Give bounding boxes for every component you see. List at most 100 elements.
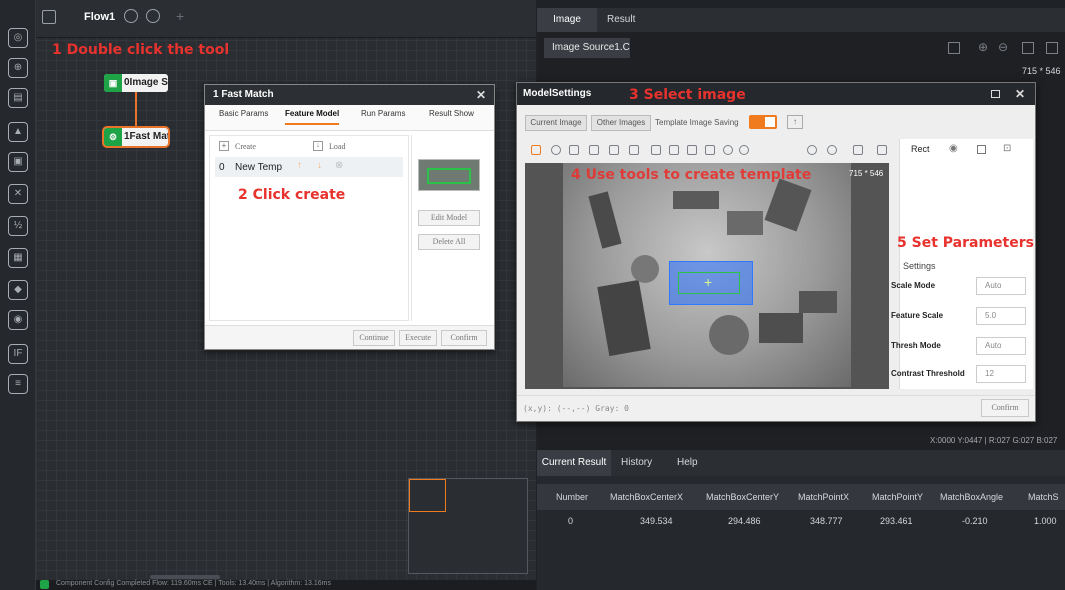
image-size-label: 715 * 546 <box>849 169 884 178</box>
edit-tool-icon[interactable] <box>651 145 661 155</box>
confirm-button[interactable]: Confirm <box>981 399 1029 417</box>
dialog-title-text: 1 Fast Match <box>213 89 274 100</box>
measure-icon[interactable]: ▤ <box>8 88 28 108</box>
calibrate-icon[interactable]: ✕ <box>8 184 28 204</box>
tab-help[interactable]: Help <box>677 457 698 468</box>
template-saving-toggle[interactable] <box>749 115 777 129</box>
logic-if-icon[interactable]: IF <box>8 344 28 364</box>
image-canvas[interactable]: + 715 * 546 <box>525 163 889 389</box>
param-label: Thresh Mode <box>891 341 941 350</box>
continue-button[interactable]: Continue <box>353 330 395 346</box>
table-cell: 349.534 <box>640 516 673 526</box>
template-outline <box>427 168 471 184</box>
recognize-icon[interactable]: ▣ <box>8 152 28 172</box>
toggle-knob <box>765 117 775 127</box>
tab-result-show[interactable]: Result Show <box>429 109 474 118</box>
plus-icon[interactable]: + <box>219 141 229 151</box>
run-once-icon[interactable] <box>124 9 138 23</box>
fullscreen-icon[interactable] <box>877 145 887 155</box>
trash-tool-icon[interactable] <box>705 145 715 155</box>
part-shape <box>597 279 651 357</box>
eye-icon[interactable]: ◉ <box>949 143 958 154</box>
run-loop-icon[interactable] <box>146 9 160 23</box>
create-button[interactable]: Create <box>235 142 256 151</box>
tool-rail: ◎ ⊕ ▤ ▲ ▣ ✕ ½ ▦ ◆ ◉ IF ≡ <box>0 0 36 590</box>
flow-tab-bar: Flow1 + <box>36 0 536 38</box>
maximize-icon[interactable] <box>991 90 1000 98</box>
image-tools-icon[interactable]: ▦ <box>8 248 28 268</box>
fullscreen-icon[interactable] <box>1046 42 1058 54</box>
add-shape-icon[interactable] <box>977 145 986 154</box>
zoom-in-icon[interactable]: ⊕ <box>978 40 988 54</box>
execute-button[interactable]: Execute <box>399 330 437 346</box>
tab-result[interactable]: Result <box>607 8 635 32</box>
column-header: MatchPointX <box>798 492 850 502</box>
tab-current-result[interactable]: Current Result <box>537 450 611 476</box>
deep-learning-icon[interactable]: ◉ <box>8 310 28 330</box>
tab-feature-model[interactable]: Feature Model <box>285 109 340 125</box>
model-settings-dialog: ModelSettings ✕ 3 Select image Current I… <box>516 82 1036 422</box>
add-flow-icon[interactable]: + <box>176 8 184 24</box>
trash-icon[interactable]: ⊡ <box>1003 143 1011 154</box>
fit-icon[interactable] <box>948 42 960 54</box>
confirm-button[interactable]: Confirm <box>441 330 487 346</box>
color-icon[interactable]: ◆ <box>8 280 28 300</box>
delete-icon[interactable]: ⊗ <box>335 160 343 171</box>
annotation-step1: 1 Double click the tool <box>52 42 230 58</box>
flow-tree-icon[interactable] <box>42 10 56 24</box>
fast-match-icon: ⚙ <box>104 128 122 146</box>
polygon-tool-icon[interactable] <box>589 145 599 155</box>
close-icon[interactable]: ✕ <box>1015 83 1025 105</box>
dialog-title: ModelSettings ✕ <box>517 83 1035 105</box>
delete-all-button[interactable]: Delete All <box>418 234 480 250</box>
zoom-out-icon[interactable]: ⊖ <box>998 40 1008 54</box>
tab-basic-params[interactable]: Basic Params <box>219 109 268 118</box>
export-icon[interactable]: ↑ <box>787 115 803 129</box>
tab-image[interactable]: Image <box>537 8 597 32</box>
load-button[interactable]: Load <box>329 142 345 151</box>
flow-tab-label[interactable]: Flow1 <box>84 11 115 23</box>
eraser-tool-icon[interactable] <box>687 145 697 155</box>
rect-tool-icon[interactable] <box>569 145 579 155</box>
circle-tool-icon[interactable] <box>551 145 561 155</box>
template-roi[interactable]: + <box>669 261 753 305</box>
move-down-icon[interactable]: ↓ <box>317 160 322 171</box>
load-icon[interactable]: ↓ <box>313 141 323 151</box>
fill-tool-icon[interactable] <box>669 145 679 155</box>
zoom-out-icon[interactable] <box>827 145 837 155</box>
undo-icon[interactable] <box>723 145 733 155</box>
fit-icon[interactable] <box>853 145 863 155</box>
cursor-status: (x,y): (--,--) Gray: 0 <box>523 404 629 413</box>
template-row[interactable]: 0 New Temp ↑ ↓ ⊗ <box>215 157 403 177</box>
move-up-icon[interactable]: ↑ <box>297 160 302 171</box>
feature-scale-stepper[interactable]: 5.0 <box>976 307 1026 325</box>
zoom-in-icon[interactable] <box>807 145 817 155</box>
contrast-threshold-stepper[interactable]: 12 <box>976 365 1026 383</box>
redo-icon[interactable] <box>739 145 749 155</box>
dialog-title-text: ModelSettings <box>523 88 592 99</box>
param-label: Feature Scale <box>891 311 944 320</box>
node-fast-match[interactable]: ⚙ 1Fast Mat... <box>104 128 168 146</box>
tab-run-params[interactable]: Run Params <box>361 109 405 118</box>
image-source-select[interactable]: Image Source1.C <box>544 38 630 58</box>
mask-tool-icon[interactable] <box>629 145 639 155</box>
locate-icon[interactable]: ⊕ <box>8 58 28 78</box>
close-icon[interactable]: ✕ <box>476 85 486 105</box>
image-process-icon[interactable]: ▲ <box>8 122 28 142</box>
current-image-button[interactable]: Current Image <box>525 115 587 131</box>
camera-icon[interactable]: ◎ <box>8 28 28 48</box>
edit-model-button[interactable]: Edit Model <box>418 210 480 226</box>
scale-mode-select[interactable]: Auto <box>976 277 1026 295</box>
annulus-tool-icon[interactable] <box>609 145 619 155</box>
actual-size-icon[interactable] <box>1022 42 1034 54</box>
select-arrow-icon[interactable] <box>531 145 541 155</box>
calc-icon[interactable]: ½ <box>8 216 28 236</box>
comm-icon[interactable]: ≡ <box>8 374 28 394</box>
tab-history[interactable]: History <box>621 457 652 468</box>
other-images-button[interactable]: Other Images <box>591 115 651 131</box>
thresh-mode-select[interactable]: Auto <box>976 337 1026 355</box>
minimap-viewport[interactable] <box>409 479 446 512</box>
minimap[interactable] <box>408 478 528 574</box>
node-image-source[interactable]: ▣ 0Image S... <box>104 74 168 92</box>
canvas-scrollbar[interactable] <box>150 575 220 579</box>
